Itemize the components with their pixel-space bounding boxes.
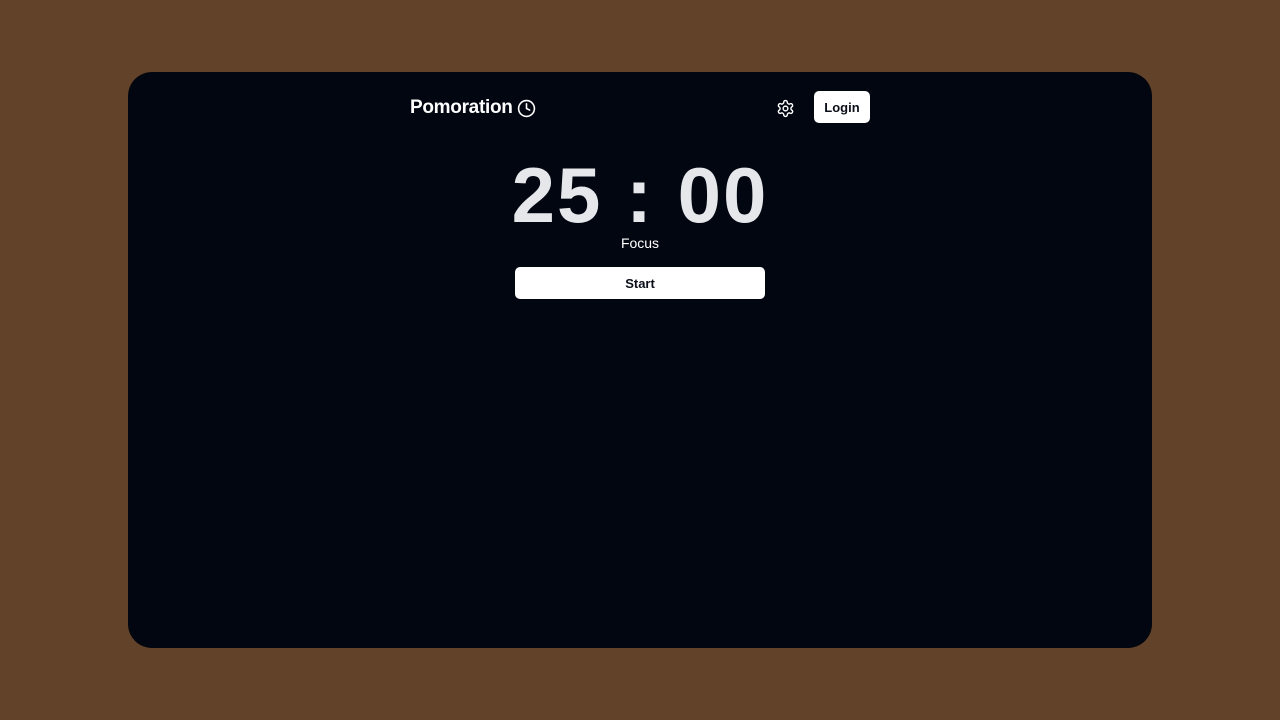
gear-icon — [776, 99, 795, 118]
brand-name: Pomoration — [410, 97, 513, 118]
settings-button[interactable] — [771, 94, 799, 122]
login-button[interactable]: Login — [814, 91, 870, 123]
timer-mode-label: Focus — [620, 235, 660, 251]
timer-display: 25 : 00 — [511, 151, 769, 239]
app-window: Pomoration Login 25 : 00 Focus Start — [128, 72, 1152, 648]
brand-logo: Pomoration — [410, 96, 536, 120]
start-button[interactable]: Start — [515, 267, 765, 299]
clock-icon — [517, 99, 536, 118]
